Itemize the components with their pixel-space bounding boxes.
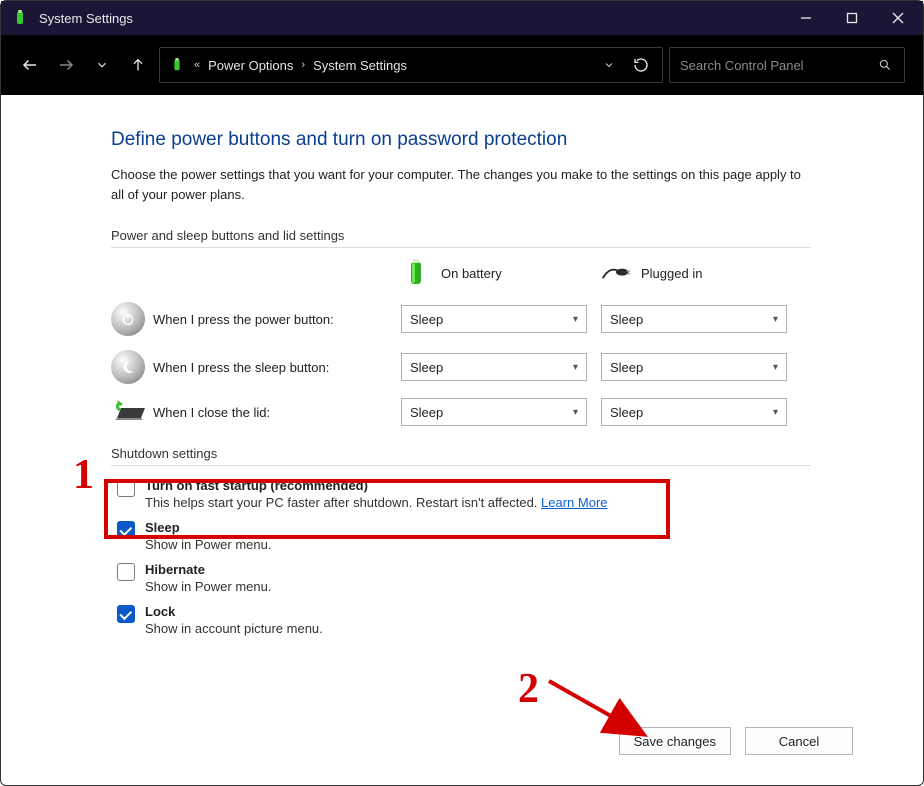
- back-button[interactable]: [15, 45, 45, 85]
- toolbar: « Power Options › System Settings: [1, 35, 923, 95]
- select-sleep-plugged[interactable]: Sleep▾: [601, 353, 787, 381]
- row-sleep-button: When I press the sleep button: Sleep▾ Sl…: [111, 350, 879, 384]
- shutdown-header: Shutdown settings: [111, 446, 811, 466]
- power-section-header: Power and sleep buttons and lid settings: [111, 228, 811, 248]
- battery-large-icon: [401, 258, 431, 288]
- opt-lock-sub: Show in account picture menu.: [145, 621, 323, 636]
- plug-icon: [601, 258, 631, 288]
- opt-hibernate-sub: Show in Power menu.: [145, 579, 271, 594]
- breadcrumb-power-options[interactable]: Power Options: [208, 58, 293, 73]
- address-bar[interactable]: « Power Options › System Settings: [159, 47, 663, 83]
- checkbox-fast-startup[interactable]: [117, 479, 135, 497]
- opt-lock-title: Lock: [145, 604, 323, 619]
- minimize-button[interactable]: [783, 1, 829, 35]
- chevron-left-icon: «: [194, 59, 200, 71]
- row-sleep-label: When I press the sleep button:: [153, 360, 401, 375]
- power-icon: [111, 302, 153, 336]
- chevron-down-icon: ▾: [573, 407, 578, 418]
- opt-fast-startup: Turn on fast startup (recommended) This …: [117, 478, 879, 512]
- checkbox-hibernate[interactable]: [117, 563, 135, 581]
- checkbox-lock[interactable]: [117, 605, 135, 623]
- chevron-down-icon: ▾: [573, 314, 578, 325]
- learn-more-link[interactable]: Learn More: [541, 495, 607, 510]
- select-power-plugged[interactable]: Sleep▾: [601, 305, 787, 333]
- col-plugged-in: Plugged in: [601, 258, 791, 288]
- search-box[interactable]: [669, 47, 905, 83]
- window-title: System Settings: [39, 11, 133, 26]
- cancel-button[interactable]: Cancel: [745, 727, 853, 755]
- close-button[interactable]: [875, 1, 921, 35]
- opt-sleep-sub: Show in Power menu.: [145, 537, 271, 552]
- opt-sleep-title: Sleep: [145, 520, 271, 535]
- col-plugged-in-label: Plugged in: [641, 266, 702, 281]
- shutdown-settings: Shutdown settings Turn on fast startup (…: [111, 446, 879, 638]
- battery-icon: [168, 56, 186, 74]
- chevron-down-icon: ▾: [573, 362, 578, 373]
- recent-dropdown[interactable]: [87, 45, 117, 85]
- app-icon: [11, 9, 29, 27]
- save-button[interactable]: Save changes: [619, 727, 731, 755]
- up-button[interactable]: [123, 45, 153, 85]
- address-dropdown[interactable]: [596, 59, 622, 71]
- opt-fast-startup-sub: This helps start your PC faster after sh…: [145, 495, 608, 510]
- forward-button[interactable]: [51, 45, 81, 85]
- chevron-down-icon: ▾: [773, 362, 778, 373]
- row-close-lid: When I close the lid: Sleep▾ Sleep▾: [111, 398, 879, 426]
- row-power-label: When I press the power button:: [153, 312, 401, 327]
- opt-sleep: Sleep Show in Power menu.: [117, 520, 879, 554]
- opt-hibernate: Hibernate Show in Power menu.: [117, 562, 879, 596]
- search-icon: [876, 58, 894, 72]
- sleep-icon: [111, 350, 153, 384]
- col-on-battery-label: On battery: [441, 266, 502, 281]
- breadcrumb-system-settings[interactable]: System Settings: [313, 58, 407, 73]
- chevron-down-icon: ▾: [773, 407, 778, 418]
- annotation-two: 2: [518, 665, 539, 713]
- footer-buttons: Save changes Cancel: [619, 727, 853, 755]
- row-lid-label: When I close the lid:: [153, 405, 401, 420]
- opt-hibernate-title: Hibernate: [145, 562, 271, 577]
- col-on-battery: On battery: [401, 258, 591, 288]
- select-lid-plugged[interactable]: Sleep▾: [601, 398, 787, 426]
- opt-fast-startup-title: Turn on fast startup (recommended): [145, 478, 608, 493]
- column-headers: On battery Plugged in: [111, 258, 879, 288]
- row-power-button: When I press the power button: Sleep▾ Sl…: [111, 302, 879, 336]
- laptop-lid-icon: [111, 398, 153, 426]
- search-input[interactable]: [680, 58, 876, 73]
- maximize-button[interactable]: [829, 1, 875, 35]
- annotation-one: 1: [73, 451, 94, 499]
- page-title: Define power buttons and turn on passwor…: [111, 129, 879, 151]
- opt-lock: Lock Show in account picture menu.: [117, 604, 879, 638]
- select-sleep-battery[interactable]: Sleep▾: [401, 353, 587, 381]
- titlebar: System Settings: [1, 1, 923, 35]
- chevron-down-icon: ▾: [773, 314, 778, 325]
- refresh-button[interactable]: [628, 57, 654, 73]
- chevron-right-icon: ›: [301, 59, 305, 71]
- content: Define power buttons and turn on passwor…: [1, 95, 923, 638]
- page-description: Choose the power settings that you want …: [111, 165, 811, 204]
- select-lid-battery[interactable]: Sleep▾: [401, 398, 587, 426]
- select-power-battery[interactable]: Sleep▾: [401, 305, 587, 333]
- checkbox-sleep[interactable]: [117, 521, 135, 539]
